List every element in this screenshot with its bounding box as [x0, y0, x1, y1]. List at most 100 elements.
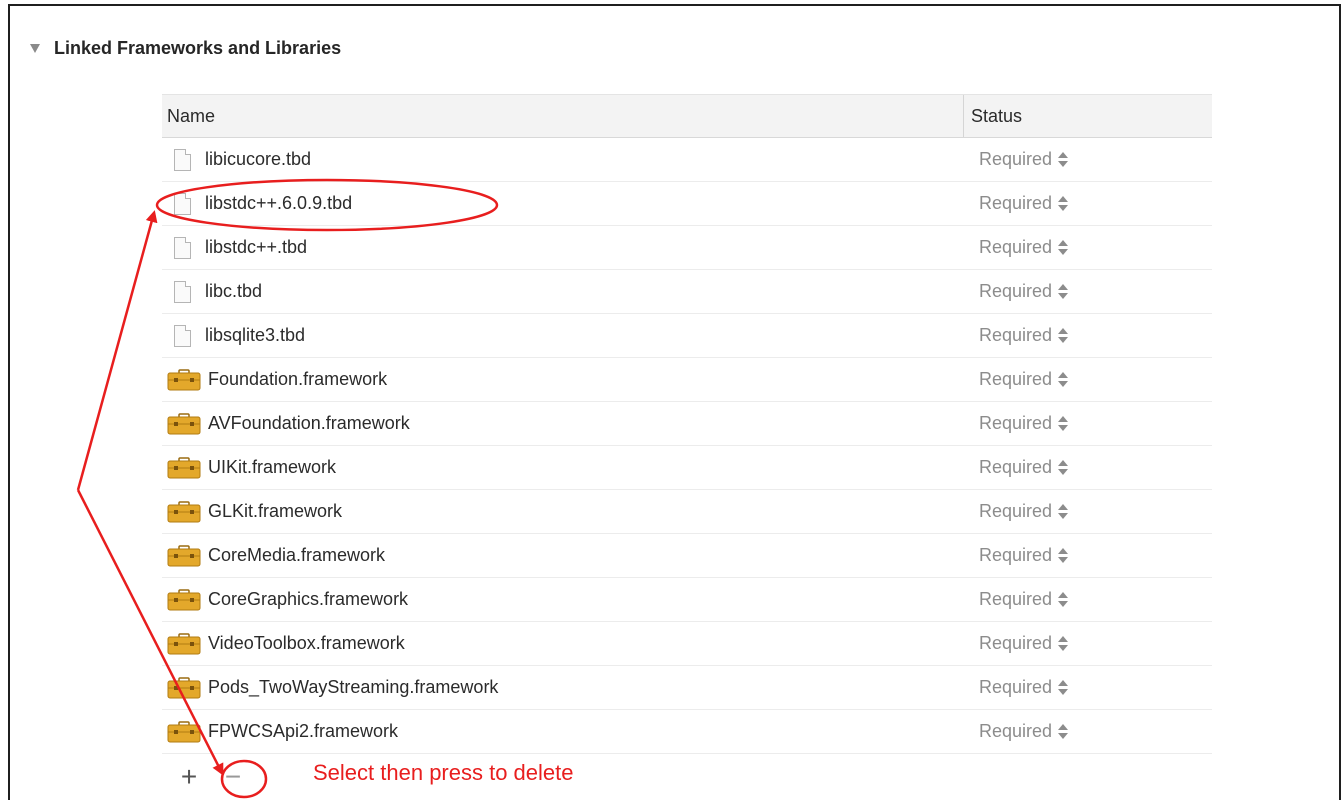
section-header[interactable]: Linked Frameworks and Libraries — [30, 36, 341, 60]
table-row[interactable]: FPWCSApi2.framework Required — [162, 710, 1212, 754]
status-label: Required — [979, 457, 1053, 477]
table-row[interactable]: libstdc++.tbd Required — [162, 226, 1212, 270]
table-row[interactable]: libc.tbd Required — [162, 270, 1212, 314]
table-row[interactable]: Pods_TwoWayStreaming.framework Required — [162, 666, 1212, 710]
status-label: Required — [979, 237, 1053, 257]
status-popup[interactable]: Required — [964, 369, 1212, 390]
status-popup[interactable]: Required — [964, 413, 1212, 434]
cell-name: libsqlite3.tbd — [162, 324, 964, 347]
status-popup[interactable]: Required — [964, 325, 1212, 346]
up-down-chevron-icon — [1058, 415, 1069, 433]
cell-name: Foundation.framework — [162, 368, 964, 391]
cell-name: VideoToolbox.framework — [162, 632, 964, 655]
framework-icon — [167, 456, 201, 478]
table-row[interactable]: VideoToolbox.framework Required — [162, 622, 1212, 666]
cell-name: UIKit.framework — [162, 456, 964, 479]
framework-icon — [167, 720, 201, 742]
up-down-chevron-icon — [1058, 591, 1069, 609]
table-row[interactable]: Foundation.framework Required — [162, 358, 1212, 402]
status-popup[interactable]: Required — [964, 149, 1212, 170]
framework-icon — [167, 412, 201, 434]
status-popup[interactable]: Required — [964, 545, 1212, 566]
cell-name: libc.tbd — [162, 280, 964, 303]
status-label: Required — [979, 281, 1053, 301]
status-label: Required — [979, 325, 1053, 345]
frameworks-table: Name Status libicucore.tbd Required libstd… — [162, 94, 1212, 754]
table-row[interactable]: UIKit.framework Required — [162, 446, 1212, 490]
table-header: Name Status — [162, 94, 1212, 138]
row-name-label: FPWCSApi2.framework — [208, 721, 399, 741]
row-name-label: CoreMedia.framework — [208, 545, 386, 565]
cell-name: libstdc++.tbd — [162, 236, 964, 259]
framework-icon — [167, 588, 201, 610]
cell-name: Pods_TwoWayStreaming.framework — [162, 676, 964, 699]
file-icon — [174, 236, 191, 259]
status-label: Required — [979, 413, 1053, 433]
row-name-label: CoreGraphics.framework — [208, 589, 409, 609]
up-down-chevron-icon — [1058, 283, 1069, 301]
disclosure-triangle-icon[interactable] — [30, 43, 40, 53]
remove-button[interactable]: − — [218, 762, 248, 792]
status-popup[interactable]: Required — [964, 457, 1212, 478]
status-label: Required — [979, 501, 1053, 521]
row-name-label: VideoToolbox.framework — [208, 633, 405, 653]
status-label: Required — [979, 149, 1053, 169]
up-down-chevron-icon — [1058, 459, 1069, 477]
status-popup[interactable]: Required — [964, 721, 1212, 742]
file-icon — [174, 324, 191, 347]
framework-icon — [167, 500, 201, 522]
table-row[interactable]: libstdc++.6.0.9.tbd Required — [162, 182, 1212, 226]
table-toolbar: + − — [174, 760, 248, 794]
file-icon — [174, 148, 191, 171]
row-name-label: Foundation.framework — [208, 369, 388, 389]
framework-icon — [167, 368, 201, 390]
status-popup[interactable]: Required — [964, 501, 1212, 522]
row-name-label: Pods_TwoWayStreaming.framework — [208, 677, 499, 697]
table-row[interactable]: AVFoundation.framework Required — [162, 402, 1212, 446]
up-down-chevron-icon — [1058, 503, 1069, 521]
status-popup[interactable]: Required — [964, 589, 1212, 610]
row-name-label: libicucore.tbd — [205, 149, 312, 169]
cell-name: CoreMedia.framework — [162, 544, 964, 567]
up-down-chevron-icon — [1058, 635, 1069, 653]
row-name-label: AVFoundation.framework — [208, 413, 410, 433]
cell-name: GLKit.framework — [162, 500, 964, 523]
status-label: Required — [979, 545, 1053, 565]
cell-name: libicucore.tbd — [162, 148, 964, 171]
status-label: Required — [979, 633, 1053, 653]
status-label: Required — [979, 369, 1053, 389]
column-header-name[interactable]: Name — [162, 95, 964, 137]
row-name-label: UIKit.framework — [208, 457, 337, 477]
up-down-chevron-icon — [1058, 723, 1069, 741]
cell-name: FPWCSApi2.framework — [162, 720, 964, 743]
file-icon — [174, 192, 191, 215]
row-name-label: GLKit.framework — [208, 501, 343, 521]
status-popup[interactable]: Required — [964, 193, 1212, 214]
row-name-label: libstdc++.tbd — [205, 237, 308, 257]
row-name-label: libc.tbd — [205, 281, 263, 301]
status-popup[interactable]: Required — [964, 237, 1212, 258]
up-down-chevron-icon — [1058, 679, 1069, 697]
framework-icon — [167, 544, 201, 566]
cell-name: libstdc++.6.0.9.tbd — [162, 192, 964, 215]
status-popup[interactable]: Required — [964, 633, 1212, 654]
row-name-label: libstdc++.6.0.9.tbd — [205, 193, 353, 213]
table-row[interactable]: CoreMedia.framework Required — [162, 534, 1212, 578]
up-down-chevron-icon — [1058, 327, 1069, 345]
table-row[interactable]: libicucore.tbd Required — [162, 138, 1212, 182]
status-popup[interactable]: Required — [964, 281, 1212, 302]
framework-icon — [167, 632, 201, 654]
status-popup[interactable]: Required — [964, 677, 1212, 698]
table-row[interactable]: CoreGraphics.framework Required — [162, 578, 1212, 622]
annotation-label: Select then press to delete — [313, 760, 574, 785]
table-body: libicucore.tbd Required libstdc++.6.0.9.tb… — [162, 138, 1212, 754]
up-down-chevron-icon — [1058, 239, 1069, 257]
table-row[interactable]: libsqlite3.tbd Required — [162, 314, 1212, 358]
column-header-status[interactable]: Status — [964, 95, 1212, 137]
section-title: Linked Frameworks and Libraries — [54, 37, 342, 58]
add-button[interactable]: + — [174, 762, 204, 792]
file-icon — [174, 280, 191, 303]
up-down-chevron-icon — [1058, 547, 1069, 565]
up-down-chevron-icon — [1058, 371, 1069, 389]
table-row[interactable]: GLKit.framework Required — [162, 490, 1212, 534]
